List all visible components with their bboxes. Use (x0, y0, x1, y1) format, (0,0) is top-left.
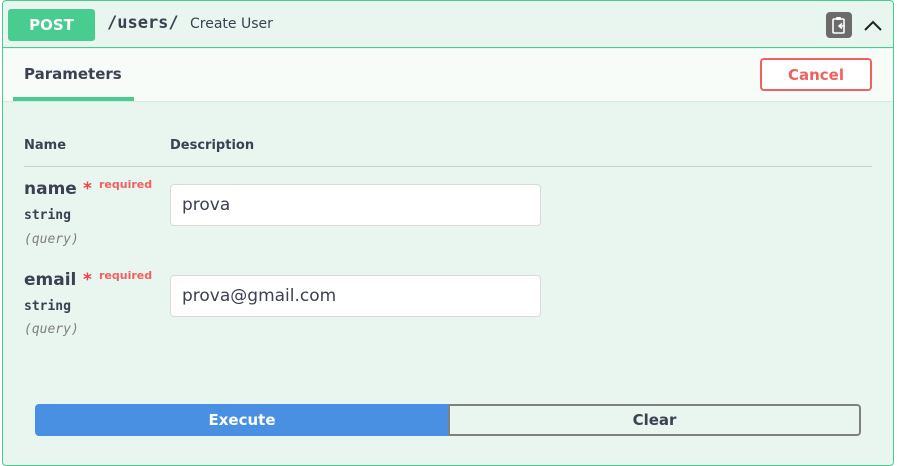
required-asterisk: * (83, 270, 92, 290)
copy-to-clipboard-button[interactable] (826, 12, 852, 38)
parameter-name: email (24, 270, 77, 290)
clipboard-icon (832, 17, 845, 34)
operation-summary[interactable]: POST /users/ Create User (3, 1, 893, 48)
name-input[interactable] (170, 184, 541, 226)
parameter-location: (query) (24, 232, 79, 247)
required-label: required (99, 178, 153, 191)
parameter-type: string (24, 208, 71, 223)
tab-parameters-label: Parameters (24, 65, 122, 83)
email-input[interactable] (170, 275, 541, 317)
parameter-location: (query) (24, 322, 79, 337)
parameter-type: string (24, 299, 71, 314)
clear-button[interactable]: Clear (448, 404, 861, 436)
operation-summary-text: Create User (190, 16, 273, 32)
chevron-up-icon (864, 20, 882, 31)
required-label: required (99, 269, 153, 282)
column-header-description: Description (170, 138, 255, 153)
cancel-button[interactable]: Cancel (760, 58, 872, 91)
parameters-section-header: Parameters Cancel (3, 49, 893, 102)
execute-wrapper: Execute Clear (35, 404, 861, 436)
tab-parameters[interactable]: Parameters (13, 49, 134, 101)
table-divider (24, 166, 872, 167)
operation-path: /users/ (107, 13, 179, 33)
operation-block-post-users: POST /users/ Create User Parameters Canc… (2, 0, 894, 466)
method-badge: POST (8, 9, 95, 41)
parameter-name: name (24, 179, 77, 199)
required-asterisk: * (83, 179, 92, 199)
column-header-name: Name (24, 138, 67, 153)
collapse-button[interactable] (860, 12, 886, 38)
execute-button[interactable]: Execute (35, 404, 449, 436)
